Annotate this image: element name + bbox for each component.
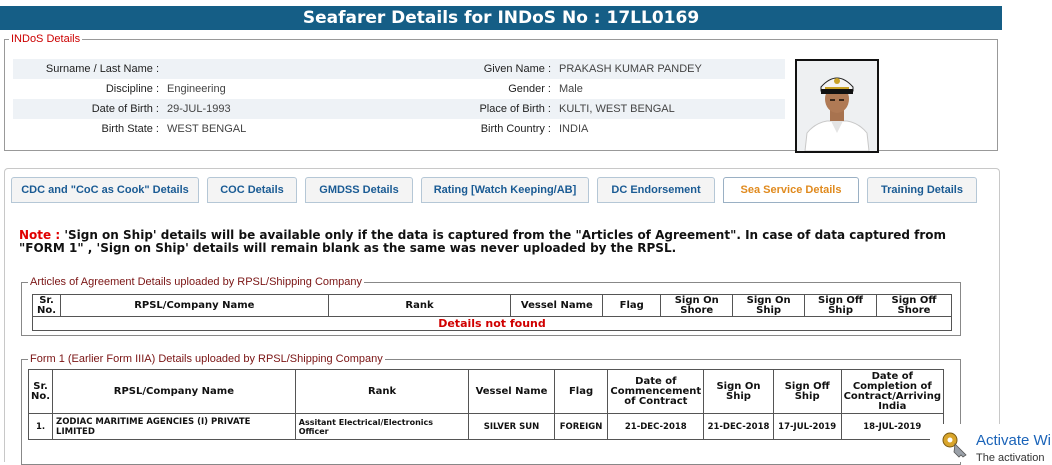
col-company-name: RPSL/Company Name [59,294,329,317]
tab-training-details[interactable]: Training Details [867,177,977,203]
place-of-birth-value: KULTI, WEST BENGAL [555,99,785,119]
col-vessel-name: Vessel Name [468,369,555,414]
form1-legend: Form 1 (Earlier Form IIIA) Details uploa… [30,353,383,365]
col-rank: Rank [327,294,512,317]
note-text: 'Sign on Ship' details will be available… [19,228,947,255]
col-sr-no: Sr. No. [32,294,61,317]
indos-row: Date of Birth : 29-JUL-1993 Place of Bir… [13,99,785,119]
col-sign-on-ship: Sign On Ship [703,369,774,414]
table-row: 1. ZODIAC MARITIME AGENCIES (I) PRIVATE … [27,413,945,440]
articles-section: Articles of Agreement Details uploaded b… [21,276,961,336]
gender-label: Gender : [508,83,551,95]
col-vessel-name: Vessel Name [510,294,604,317]
tab-gmdss-details[interactable]: GMDSS Details [305,177,413,203]
tab-sea-service-details[interactable]: Sea Service Details [723,177,859,203]
cell-completion-date: 18-JUL-2019 [840,413,945,440]
birth-state-value: WEST BENGAL [167,123,247,135]
col-sign-on-ship: Sign On Ship [732,294,806,317]
tab-cdc-details[interactable]: CDC and "CoC as Cook" Details [11,177,199,203]
details-tab-panel: CDC and "CoC as Cook" Details COC Detail… [4,168,1000,465]
discipline-label: Discipline : [105,83,159,95]
place-of-birth-label: Place of Birth : [387,99,555,119]
key-icon [940,430,972,463]
indos-row: Surname / Last Name : Given Name : PRAKA… [13,59,785,79]
windows-activation-watermark: Activate Wi The activation [930,424,1052,464]
form1-section: Form 1 (Earlier Form IIIA) Details uploa… [21,353,961,465]
articles-table: Sr. No. RPSL/Company Name Rank Vessel Na… [32,294,952,331]
indos-legend: INDoS Details [11,33,81,45]
tab-coc-details[interactable]: COC Details [207,177,297,203]
col-sign-off-shore: Sign Off Shore [876,294,952,317]
discipline-value: Engineering [167,83,226,95]
activation-title: Activate Wi [976,432,1052,449]
cell-company-name: ZODIAC MARITIME AGENCIES (I) PRIVATE LIM… [52,413,296,440]
birth-country-value: INDIA [559,123,589,135]
indos-details-section: INDoS Details Surname / Last Name : Give… [4,33,998,153]
articles-legend: Articles of Agreement Details uploaded b… [30,276,363,288]
col-sr-no: Sr. No. [27,369,54,414]
sign-on-note: Note : 'Sign on Ship' details will be av… [19,229,979,255]
col-rank: Rank [294,369,470,414]
cell-commencement-date: 21-DEC-2018 [607,413,705,440]
birth-country-label: Birth Country : [480,123,551,135]
given-name-label: Given Name : [387,59,555,79]
indos-row: Birth State : WEST BENGAL Birth Country … [13,119,785,139]
tab-dc-endorsement[interactable]: DC Endorsement [597,177,715,203]
note-prefix: Note : [19,228,61,242]
seafarer-photo [795,59,879,153]
col-flag: Flag [553,369,609,414]
cell-sign-on-ship: 21-DEC-2018 [703,413,774,440]
col-flag: Flag [602,294,662,317]
birth-state-label: Birth State : [101,123,159,135]
indos-row: Discipline : Engineering Gender : Male [13,79,785,99]
cell-flag: FOREIGN [553,413,609,440]
cell-rank: Assitant Electrical/Electronics Officer [294,413,470,440]
cell-sr-no: 1. [27,413,54,440]
col-sign-off-ship: Sign Off Ship [804,294,878,317]
dob-value: 29-JUL-1993 [163,99,387,119]
page-title: Seafarer Details for INDoS No : 17LL0169 [0,6,1002,30]
dob-label: Date of Birth : [13,99,163,119]
activation-subtitle: The activation [976,452,1045,464]
cell-vessel-name: SILVER SUN [468,413,555,440]
col-sign-off-ship: Sign Off Ship [772,369,842,414]
tab-rating-details[interactable]: Rating [Watch Keeping/AB] [421,177,589,203]
col-company-name: RPSL/Company Name [52,369,296,414]
given-name-value: PRAKASH KUMAR PANDEY [555,59,785,79]
indos-details-table: Surname / Last Name : Given Name : PRAKA… [13,59,785,139]
surname-value [163,59,387,79]
col-sign-on-shore: Sign On Shore [660,294,734,317]
surname-label: Surname / Last Name : [13,59,163,79]
form1-table: Sr. No. RPSL/Company Name Rank Vessel Na… [27,369,945,440]
col-completion-date: Date of Completion of Contract/Arriving … [840,369,945,414]
details-not-found: Details not found [32,316,952,331]
cell-sign-off-ship: 17-JUL-2019 [772,413,842,440]
col-commencement-date: Date of Commencement of Contract [607,369,705,414]
gender-value: Male [559,83,583,95]
